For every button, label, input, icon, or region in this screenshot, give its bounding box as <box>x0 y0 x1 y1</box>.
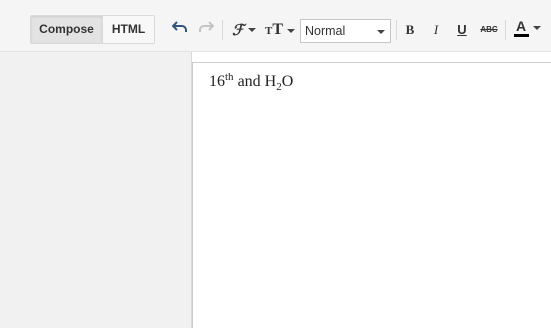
toolbar-separator <box>222 20 223 40</box>
toolbar-separator <box>396 20 397 40</box>
bold-button[interactable]: B <box>402 19 418 41</box>
underline-icon: U <box>457 22 467 37</box>
font-family-button[interactable]: ℱ <box>229 19 259 41</box>
chevron-down-icon <box>377 30 385 34</box>
mode-toggle: Compose HTML <box>30 15 155 44</box>
text-color-letter: A <box>515 18 527 34</box>
editor-content: 16th and H2O <box>209 71 294 93</box>
font-family-icon: ℱ <box>232 21 244 39</box>
editor-toolbar: Compose HTML ℱ TT Normal B I U ABC A <box>0 0 551 52</box>
sidebar-panel <box>0 52 192 328</box>
redo-icon <box>199 21 214 32</box>
html-button[interactable]: HTML <box>103 16 154 43</box>
undo-button[interactable] <box>170 19 190 33</box>
strikethrough-button[interactable]: ABC <box>478 19 500 41</box>
chevron-down-icon <box>532 26 541 30</box>
underline-button[interactable]: U <box>454 19 470 41</box>
bold-icon: B <box>405 22 415 37</box>
chevron-down-icon <box>247 28 256 32</box>
strikethrough-icon: ABC <box>480 25 498 34</box>
compose-button[interactable]: Compose <box>31 16 103 43</box>
content-superscript: th <box>225 71 234 83</box>
content-text-number: 16 <box>209 73 225 90</box>
italic-icon: I <box>433 22 439 37</box>
toolbar-separator <box>505 20 506 40</box>
content-text-middle: and H <box>233 73 277 90</box>
font-size-icon: TT <box>264 21 283 38</box>
undo-icon <box>172 21 187 32</box>
content-text-end: O <box>281 73 294 90</box>
editor-body[interactable]: 16th and H2O <box>192 62 551 328</box>
format-select-value: Normal <box>305 24 346 38</box>
redo-button[interactable] <box>196 19 216 33</box>
font-size-button[interactable]: TT <box>264 19 296 42</box>
italic-button[interactable]: I <box>428 19 444 41</box>
text-color-icon: A <box>513 18 529 37</box>
format-select[interactable]: Normal <box>300 19 391 43</box>
text-color-swatch <box>513 34 529 37</box>
chevron-down-icon <box>287 28 295 33</box>
text-color-button[interactable]: A <box>511 19 543 37</box>
